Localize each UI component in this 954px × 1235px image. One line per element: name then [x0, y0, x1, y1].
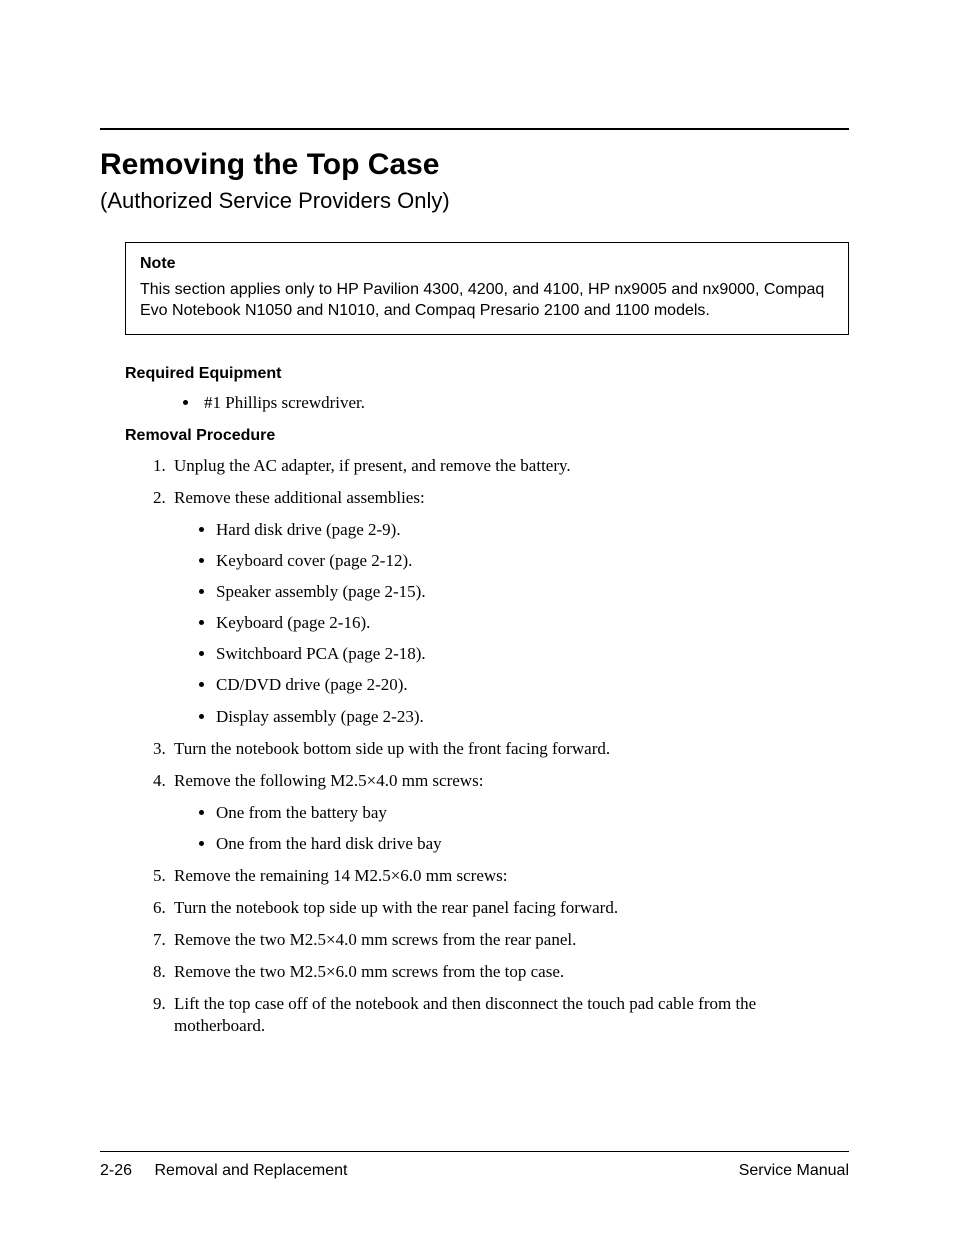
- list-item: Turn the notebook bottom side up with th…: [170, 738, 849, 760]
- note-box: Note This section applies only to HP Pav…: [125, 242, 849, 335]
- footer-doc: Service Manual: [739, 1162, 849, 1180]
- page-subtitle: (Authorized Service Providers Only): [100, 188, 849, 214]
- footer-left: 2-26 Removal and Replacement: [100, 1162, 347, 1180]
- list-item: One from the battery bay: [216, 802, 849, 824]
- list-item: CD/DVD drive (page 2-20).: [216, 674, 849, 696]
- step-text: Turn the notebook top side up with the r…: [174, 898, 618, 917]
- note-body: This section applies only to HP Pavilion…: [140, 281, 824, 320]
- step-text: Turn the notebook bottom side up with th…: [174, 739, 610, 758]
- procedure-heading: Removal Procedure: [125, 427, 849, 445]
- note-label: Note: [140, 253, 834, 275]
- list-item: Unplug the AC adapter, if present, and r…: [170, 455, 849, 477]
- step-text: Lift the top case off of the notebook an…: [174, 994, 756, 1035]
- page-footer: 2-26 Removal and Replacement Service Man…: [100, 1151, 849, 1180]
- top-rule: [100, 128, 849, 130]
- list-item: Remove these additional assemblies: Hard…: [170, 487, 849, 728]
- step-text: Remove the remaining 14 M2.5×6.0 mm scre…: [174, 866, 507, 885]
- step-text: Remove the two M2.5×4.0 mm screws from t…: [174, 930, 576, 949]
- list-item: #1 Phillips screwdriver.: [200, 393, 849, 413]
- footer-row: 2-26 Removal and Replacement Service Man…: [100, 1162, 849, 1180]
- step-text: Unplug the AC adapter, if present, and r…: [174, 456, 571, 475]
- step-text: Remove these additional assemblies:: [174, 488, 425, 507]
- list-item: One from the hard disk drive bay: [216, 833, 849, 855]
- list-item: Turn the notebook top side up with the r…: [170, 897, 849, 919]
- list-item: Speaker assembly (page 2-15).: [216, 581, 849, 603]
- list-item: Remove the two M2.5×6.0 mm screws from t…: [170, 961, 849, 983]
- page-content: Removing the Top Case (Authorized Servic…: [100, 128, 849, 1170]
- step-text: Remove the following M2.5×4.0 mm screws:: [174, 771, 483, 790]
- list-item: Switchboard PCA (page 2-18).: [216, 643, 849, 665]
- list-item: Lift the top case off of the notebook an…: [170, 993, 849, 1037]
- list-item: Remove the following M2.5×4.0 mm screws:…: [170, 770, 849, 855]
- equipment-list: #1 Phillips screwdriver.: [200, 393, 849, 413]
- list-item: Remove the remaining 14 M2.5×6.0 mm scre…: [170, 865, 849, 887]
- sub-list: One from the battery bay One from the ha…: [216, 802, 849, 855]
- step-text: Remove the two M2.5×6.0 mm screws from t…: [174, 962, 564, 981]
- procedure-list: Unplug the AC adapter, if present, and r…: [170, 455, 849, 1038]
- page-title: Removing the Top Case: [100, 148, 849, 182]
- list-item: Display assembly (page 2-23).: [216, 706, 849, 728]
- list-item: Keyboard (page 2-16).: [216, 612, 849, 634]
- list-item: Keyboard cover (page 2-12).: [216, 550, 849, 572]
- bottom-rule: [100, 1151, 849, 1152]
- footer-section: Removal and Replacement: [154, 1162, 347, 1179]
- page-number: 2-26: [100, 1162, 132, 1179]
- equipment-heading: Required Equipment: [125, 365, 849, 383]
- sub-list: Hard disk drive (page 2-9). Keyboard cov…: [216, 519, 849, 728]
- list-item: Remove the two M2.5×4.0 mm screws from t…: [170, 929, 849, 951]
- list-item: Hard disk drive (page 2-9).: [216, 519, 849, 541]
